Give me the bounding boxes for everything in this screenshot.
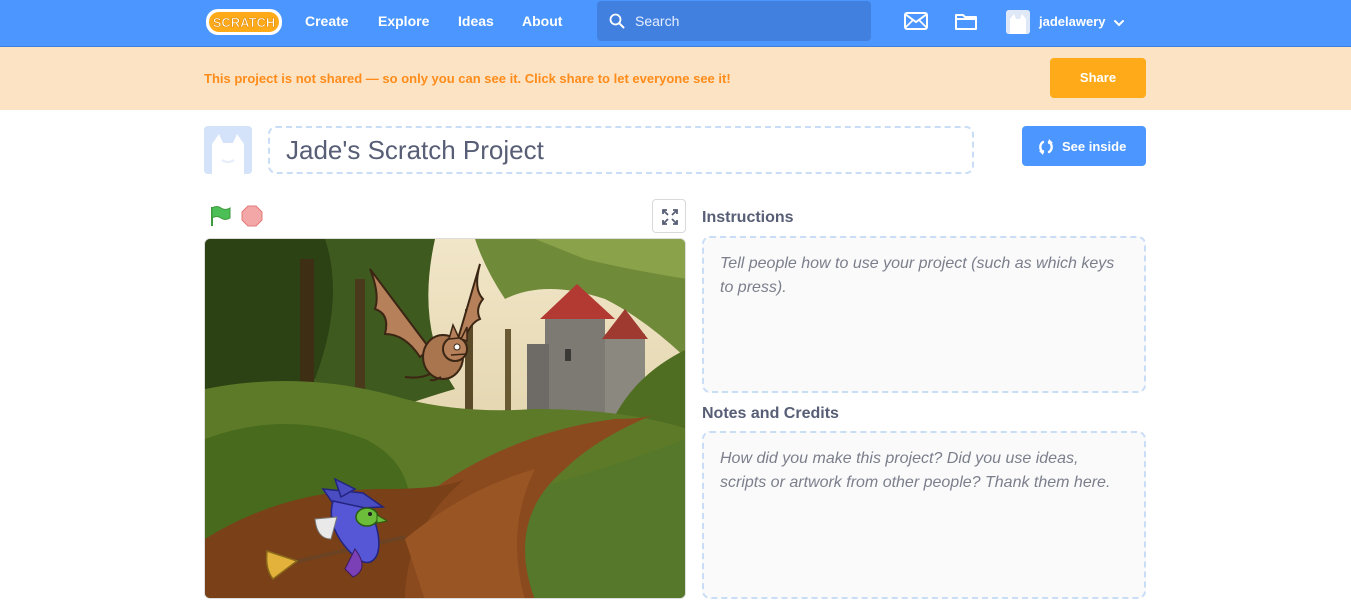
not-shared-banner: This project is not shared — so only you… <box>0 47 1351 110</box>
svg-text:SCRATCH: SCRATCH <box>213 15 276 30</box>
nav-create-link[interactable]: Create <box>305 13 349 29</box>
see-inside-button[interactable]: See inside <box>1022 126 1146 166</box>
project-title-field[interactable]: Jade's Scratch Project <box>268 126 974 174</box>
nav-about-link[interactable]: About <box>522 13 562 29</box>
nav-ideas-link[interactable]: Ideas <box>458 13 494 29</box>
see-inside-label: See inside <box>1062 139 1127 154</box>
fullscreen-icon <box>662 209 678 225</box>
stop-sign-icon[interactable] <box>241 205 263 232</box>
refresh-icon <box>1039 139 1053 155</box>
chevron-down-icon[interactable] <box>1113 15 1125 33</box>
banner-message: This project is not shared — so only you… <box>204 71 731 86</box>
search-input[interactable] <box>635 9 855 33</box>
share-button[interactable]: Share <box>1050 58 1146 98</box>
instructions-label: Instructions <box>702 209 794 226</box>
my-stuff-folder-icon[interactable] <box>954 12 978 36</box>
fullscreen-button[interactable] <box>652 199 686 233</box>
search-icon <box>609 13 625 29</box>
nav-explore-link[interactable]: Explore <box>378 13 429 29</box>
username-label[interactable]: jadelawery <box>1039 14 1106 29</box>
green-flag-icon[interactable] <box>208 205 232 232</box>
messages-icon[interactable] <box>904 12 928 35</box>
top-navbar: SCRATCH Create Explore Ideas About jadel <box>0 0 1351 47</box>
project-author-avatar[interactable] <box>204 126 252 174</box>
scratch-logo[interactable]: SCRATCH <box>205 6 285 38</box>
search-box[interactable] <box>597 1 871 41</box>
notes-credits-textarea[interactable]: How did you make this project? Did you u… <box>702 431 1146 599</box>
user-avatar[interactable] <box>1006 10 1030 34</box>
instructions-textarea[interactable]: Tell people how to use your project (suc… <box>702 236 1146 393</box>
project-page: Jade's Scratch Project See inside Instru… <box>0 110 1351 613</box>
project-stage[interactable] <box>204 238 686 599</box>
notes-credits-label: Notes and Credits <box>702 405 839 422</box>
